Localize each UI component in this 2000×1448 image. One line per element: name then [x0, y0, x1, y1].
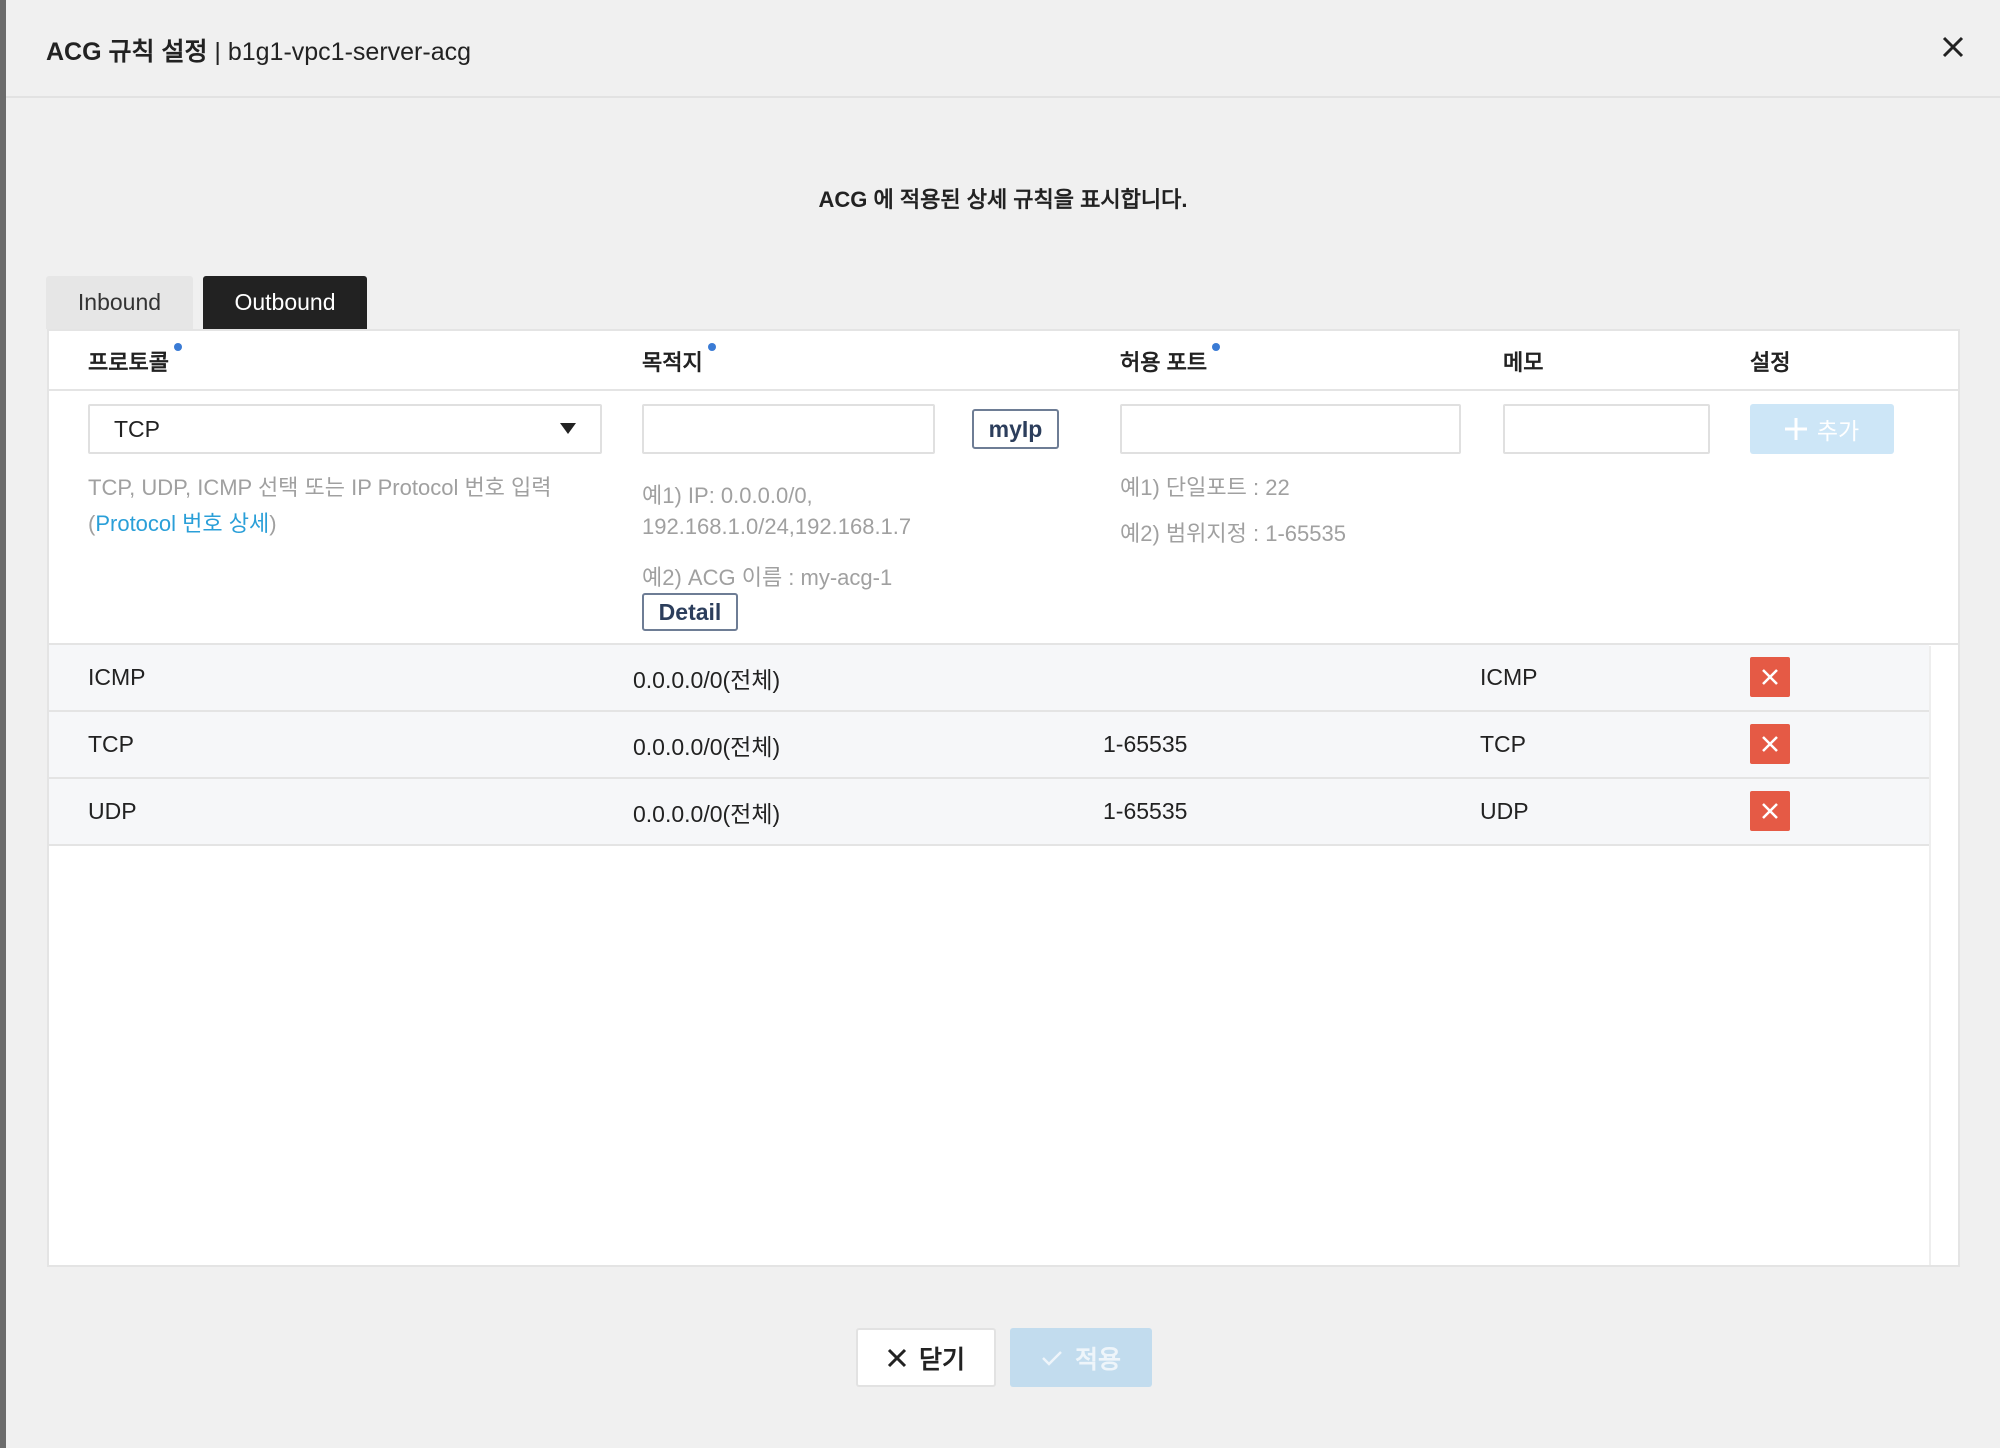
rule-destination: 0.0.0.0/0(전체): [633, 800, 781, 827]
rule-port: 1-65535: [1103, 798, 1188, 824]
delete-rule-button[interactable]: [1750, 791, 1790, 831]
required-dot-icon: [707, 343, 716, 351]
caret-down-icon: [560, 423, 576, 434]
rule-port: 1-65535: [1103, 731, 1188, 757]
delete-rule-button[interactable]: [1750, 724, 1790, 764]
protocol-select[interactable]: TCP: [88, 404, 602, 454]
tab-outbound[interactable]: Outbound: [203, 276, 367, 329]
rule-row: TCP 0.0.0.0/0(전체) 1-65535 TCP: [49, 712, 1929, 779]
plus-icon: [1784, 418, 1807, 440]
protocol-hint: TCP, UDP, ICMP 선택 또는 IP Protocol 번호 입력: [88, 475, 552, 500]
column-settings: 설정: [1750, 350, 1791, 375]
port-input[interactable]: [1120, 404, 1461, 454]
protocol-selected: TCP: [114, 415, 160, 442]
detail-button[interactable]: Detail: [642, 593, 738, 631]
description: ACG 에 적용된 상세 규칙을 표시합니다.: [818, 187, 1188, 212]
port-hint-2: 예2) 범위지정 : 1-65535: [1120, 521, 1346, 546]
add-rule-button[interactable]: 추가: [1750, 404, 1894, 454]
rule-memo: ICMP: [1480, 664, 1538, 690]
destination-hint-2: 192.168.1.0/24,192.168.1.7: [642, 514, 912, 539]
close-icon: [1762, 669, 1778, 685]
title-main: ACG 규칙 설정: [46, 38, 208, 66]
close-icon: [1762, 736, 1778, 752]
close-button[interactable]: 닫기: [856, 1328, 996, 1387]
rule-memo: UDP: [1480, 798, 1529, 824]
column-destination: 목적지: [642, 343, 716, 377]
required-dot-icon: [173, 343, 182, 351]
rule-row: UDP 0.0.0.0/0(전체) 1-65535 UDP: [49, 779, 1929, 846]
column-port: 허용 포트: [1120, 343, 1221, 377]
column-protocol: 프로토콜: [88, 343, 182, 377]
column-memo: 메모: [1503, 350, 1544, 375]
dialog-title: ACG 규칙 설정 | b1g1-vpc1-server-acg: [46, 32, 471, 68]
required-dot-icon: [1212, 343, 1221, 351]
rule-protocol: UDP: [88, 798, 137, 824]
port-hint-1: 예1) 단일포트 : 22: [1120, 475, 1290, 500]
title-acg-name: | b1g1-vpc1-server-acg: [207, 38, 472, 66]
tab-inbound[interactable]: Inbound: [46, 276, 193, 329]
destination-hint-3: 예2) ACG 이름 : my-acg-1: [642, 565, 893, 590]
close-icon: [1762, 803, 1778, 819]
destination-hint-1: 예1) IP: 0.0.0.0/0,: [642, 483, 813, 508]
myip-button[interactable]: myIp: [972, 409, 1059, 449]
rule-row: ICMP 0.0.0.0/0(전체) ICMP: [49, 645, 1929, 712]
protocol-link-line: (Protocol 번호 상세): [88, 511, 277, 536]
rule-protocol: ICMP: [88, 664, 146, 690]
rule-destination: 0.0.0.0/0(전체): [633, 733, 781, 760]
delete-rule-button[interactable]: [1750, 657, 1790, 697]
rule-destination: 0.0.0.0/0(전체): [633, 666, 781, 693]
rule-protocol: TCP: [88, 731, 134, 757]
protocol-number-link[interactable]: Protocol 번호 상세: [95, 511, 269, 536]
left-edge: [0, 0, 6, 1448]
destination-input[interactable]: [642, 404, 935, 454]
rule-memo: TCP: [1480, 731, 1526, 757]
apply-button[interactable]: 적용: [1010, 1328, 1152, 1387]
close-icon: [887, 1348, 907, 1367]
check-icon: [1042, 1350, 1062, 1366]
close-icon[interactable]: [1936, 30, 1970, 64]
scrollbar[interactable]: [1929, 646, 1958, 1265]
memo-input[interactable]: [1503, 404, 1710, 454]
divider: [49, 389, 1958, 391]
